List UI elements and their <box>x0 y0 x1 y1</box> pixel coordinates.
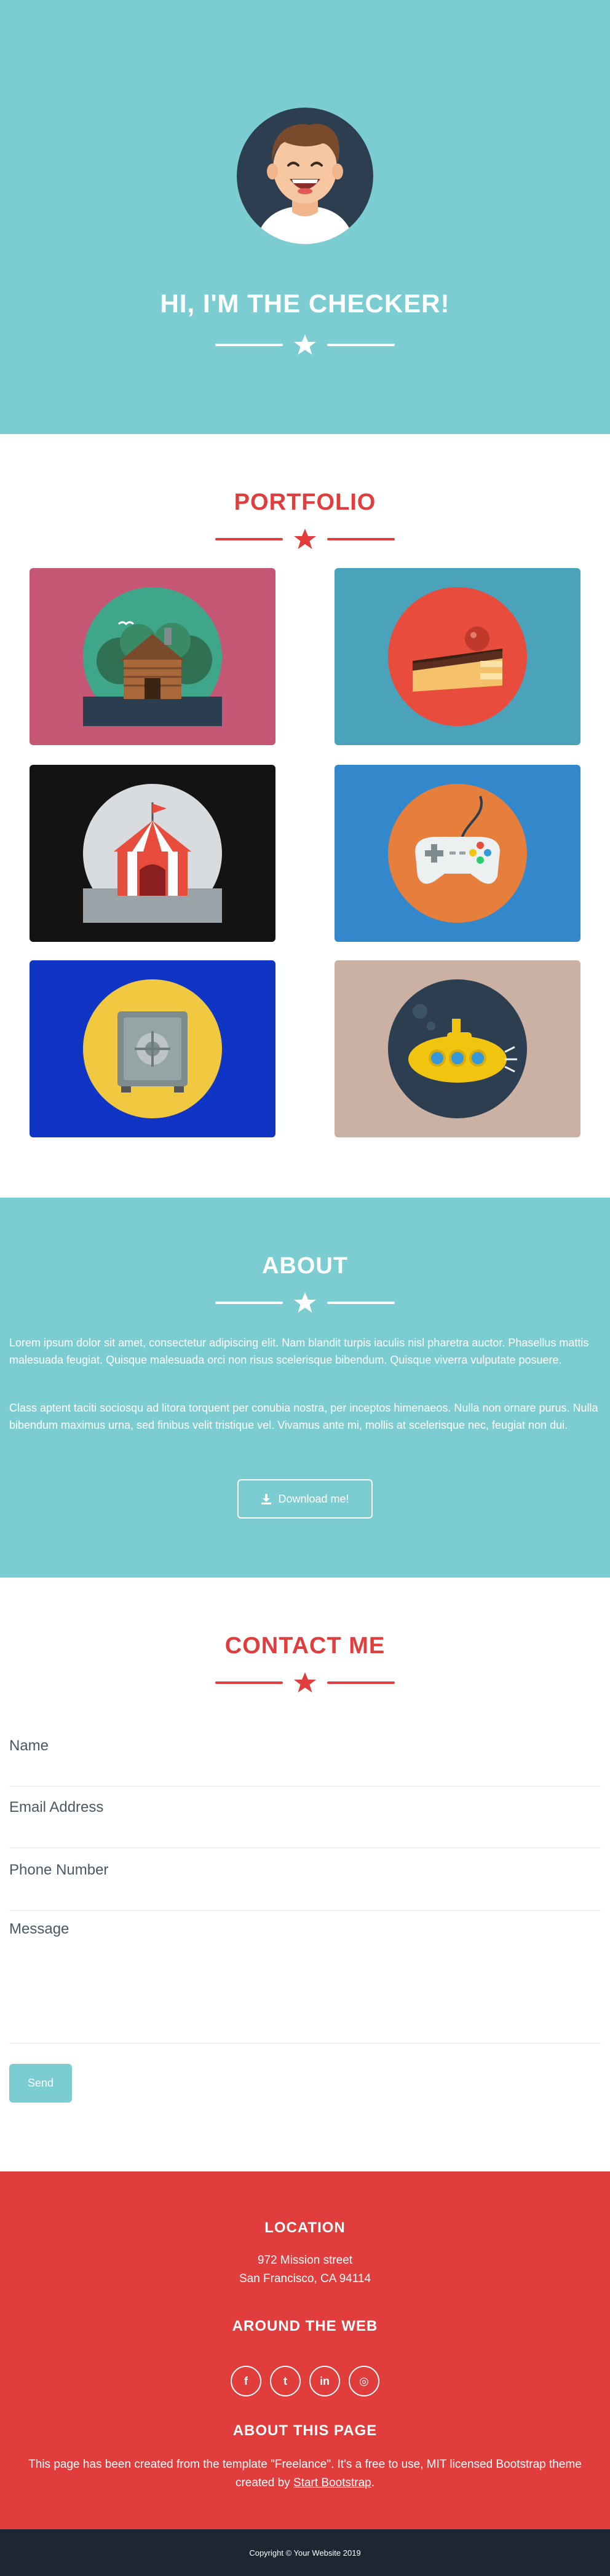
copyright-text: Copyright © Your Website 2019 <box>249 2548 361 2558</box>
game-controller-icon <box>388 784 527 923</box>
name-field[interactable]: Name <box>9 1737 601 1787</box>
around-web-title: AROUND THE WEB <box>232 2318 378 2334</box>
email-placeholder: Email Address <box>9 1799 104 1815</box>
name-placeholder: Name <box>9 1737 49 1754</box>
about-page-text: This page has been created from the temp… <box>18 2455 592 2492</box>
portfolio-item-cake[interactable] <box>335 568 580 745</box>
message-placeholder: Message <box>9 1921 69 1937</box>
hero-title: HI, I'M THE CHECKER! <box>160 289 450 318</box>
star-icon <box>294 334 316 355</box>
about-title: ABOUT <box>261 1253 349 1279</box>
location-title: LOCATION <box>264 2219 346 2236</box>
safe-icon <box>83 979 222 1118</box>
contact-section: CONTACT ME Name Email Address Phone Numb… <box>0 1578 610 2171</box>
address-line-2: San Francisco, CA 94114 <box>239 2272 371 2285</box>
phone-field[interactable]: Phone Number <box>9 1862 601 1911</box>
start-bootstrap-link[interactable]: Start Bootstrap <box>293 2476 371 2489</box>
download-button[interactable]: Download me! <box>237 1479 373 1519</box>
phone-placeholder: Phone Number <box>9 1862 109 1878</box>
avatar <box>237 108 373 244</box>
linkedin-icon[interactable]: in <box>309 2366 340 2396</box>
about-page-end: . <box>371 2476 375 2489</box>
portfolio-item-cabin[interactable] <box>30 568 275 745</box>
portfolio-item-submarine[interactable] <box>335 960 580 1137</box>
address-line-1: 972 Mission street <box>257 2254 353 2267</box>
portfolio-title: PORTFOLIO <box>234 489 376 515</box>
portfolio-item-circus[interactable] <box>30 765 275 942</box>
portfolio-item-safe[interactable] <box>30 960 275 1137</box>
about-paragraph-1: Lorem ipsum dolor sit amet, consectetur … <box>9 1337 589 1366</box>
star-icon <box>294 1292 316 1313</box>
social-links: f t in ◎ <box>0 2366 610 2396</box>
star-icon <box>294 1672 316 1693</box>
about-divider <box>215 1292 395 1313</box>
portfolio-item-controller[interactable] <box>335 765 580 942</box>
about-section: ABOUT Lorem ipsum dolor sit amet, consec… <box>0 1198 610 1578</box>
footer: LOCATION 972 Mission street San Francisc… <box>0 2171 610 2529</box>
copyright-bar: Copyright © Your Website 2019 <box>0 2529 610 2576</box>
smiling-person-avatar-icon <box>237 108 373 244</box>
dribbble-icon[interactable]: ◎ <box>349 2366 379 2396</box>
message-field[interactable]: Message <box>9 1921 601 2044</box>
about-page-title: ABOUT THIS PAGE <box>232 2422 378 2439</box>
download-label: Download me! <box>278 1492 349 1505</box>
circus-tent-icon <box>83 784 222 923</box>
portfolio-divider <box>215 529 395 549</box>
about-paragraph-2: Class aptent taciti sociosqu ad litora t… <box>9 1402 598 1431</box>
send-button[interactable]: Send <box>9 2064 72 2103</box>
email-field[interactable]: Email Address <box>9 1799 601 1848</box>
download-icon <box>261 1494 272 1504</box>
twitter-icon[interactable]: t <box>270 2366 301 2396</box>
hero-section: HI, I'M THE CHECKER! <box>0 0 610 434</box>
log-cabin-icon <box>83 587 222 726</box>
contact-title: CONTACT ME <box>224 1633 386 1659</box>
submarine-icon <box>388 979 527 1118</box>
star-icon <box>294 529 316 549</box>
facebook-icon[interactable]: f <box>231 2366 261 2396</box>
cake-slice-icon <box>388 587 527 726</box>
contact-divider <box>215 1672 395 1693</box>
hero-divider <box>215 334 395 355</box>
portfolio-section: PORTFOLIO <box>0 434 610 1198</box>
